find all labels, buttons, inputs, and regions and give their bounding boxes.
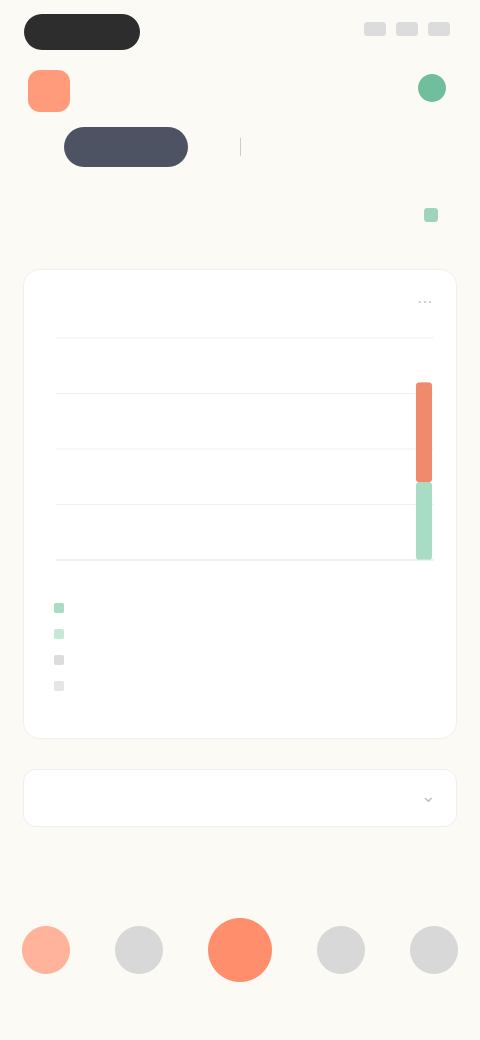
list-icon[interactable] bbox=[115, 926, 164, 974]
tab-2-active[interactable] bbox=[64, 127, 188, 167]
legend-item-2 bbox=[54, 626, 254, 642]
wifi-icon bbox=[396, 22, 418, 36]
status-bar bbox=[0, 0, 480, 60]
battery-icon bbox=[428, 22, 450, 36]
legend-item-4 bbox=[54, 678, 254, 694]
status-time bbox=[24, 14, 140, 50]
legend-item-3 bbox=[54, 652, 254, 668]
chart-legend bbox=[54, 600, 254, 694]
profile-icon[interactable] bbox=[409, 926, 458, 974]
brand-name bbox=[84, 78, 264, 106]
section-row[interactable]: ⌄ bbox=[24, 770, 456, 826]
legend-swatch-green-2 bbox=[54, 629, 64, 639]
add-icon[interactable] bbox=[207, 918, 272, 982]
legend-swatch-green bbox=[54, 603, 64, 613]
tab-4[interactable] bbox=[253, 127, 281, 167]
brand-logo-icon[interactable] bbox=[28, 70, 70, 112]
tab-3[interactable] bbox=[200, 127, 228, 167]
stats-row bbox=[34, 200, 446, 230]
bar-segment-green bbox=[416, 482, 432, 560]
tab-1[interactable] bbox=[24, 127, 52, 167]
status-icons bbox=[364, 22, 450, 36]
leaf-icon bbox=[418, 74, 446, 102]
more-options-icon[interactable]: ⋯ bbox=[416, 294, 434, 312]
legend-swatch-grey-2 bbox=[54, 681, 64, 691]
tab-divider bbox=[240, 138, 241, 156]
signal-icon bbox=[364, 22, 386, 36]
bar-segment-red bbox=[416, 382, 432, 483]
header-action-button[interactable] bbox=[418, 74, 456, 102]
home-icon[interactable] bbox=[22, 926, 71, 974]
trend-icon bbox=[424, 208, 438, 222]
chart-icon[interactable] bbox=[316, 926, 365, 974]
chart-plot bbox=[56, 337, 434, 561]
chevron-down-icon: ⌄ bbox=[420, 786, 436, 806]
chart-card: ⋯ bbox=[24, 270, 456, 738]
stat-right[interactable] bbox=[424, 208, 446, 222]
app-screen: ⋯ ⌄ bbox=[0, 0, 480, 1040]
legend-item-1 bbox=[54, 600, 254, 616]
bottom-nav bbox=[0, 900, 480, 1000]
legend-swatch-grey bbox=[54, 655, 64, 665]
app-header bbox=[0, 62, 480, 132]
tab-bar bbox=[24, 124, 464, 170]
